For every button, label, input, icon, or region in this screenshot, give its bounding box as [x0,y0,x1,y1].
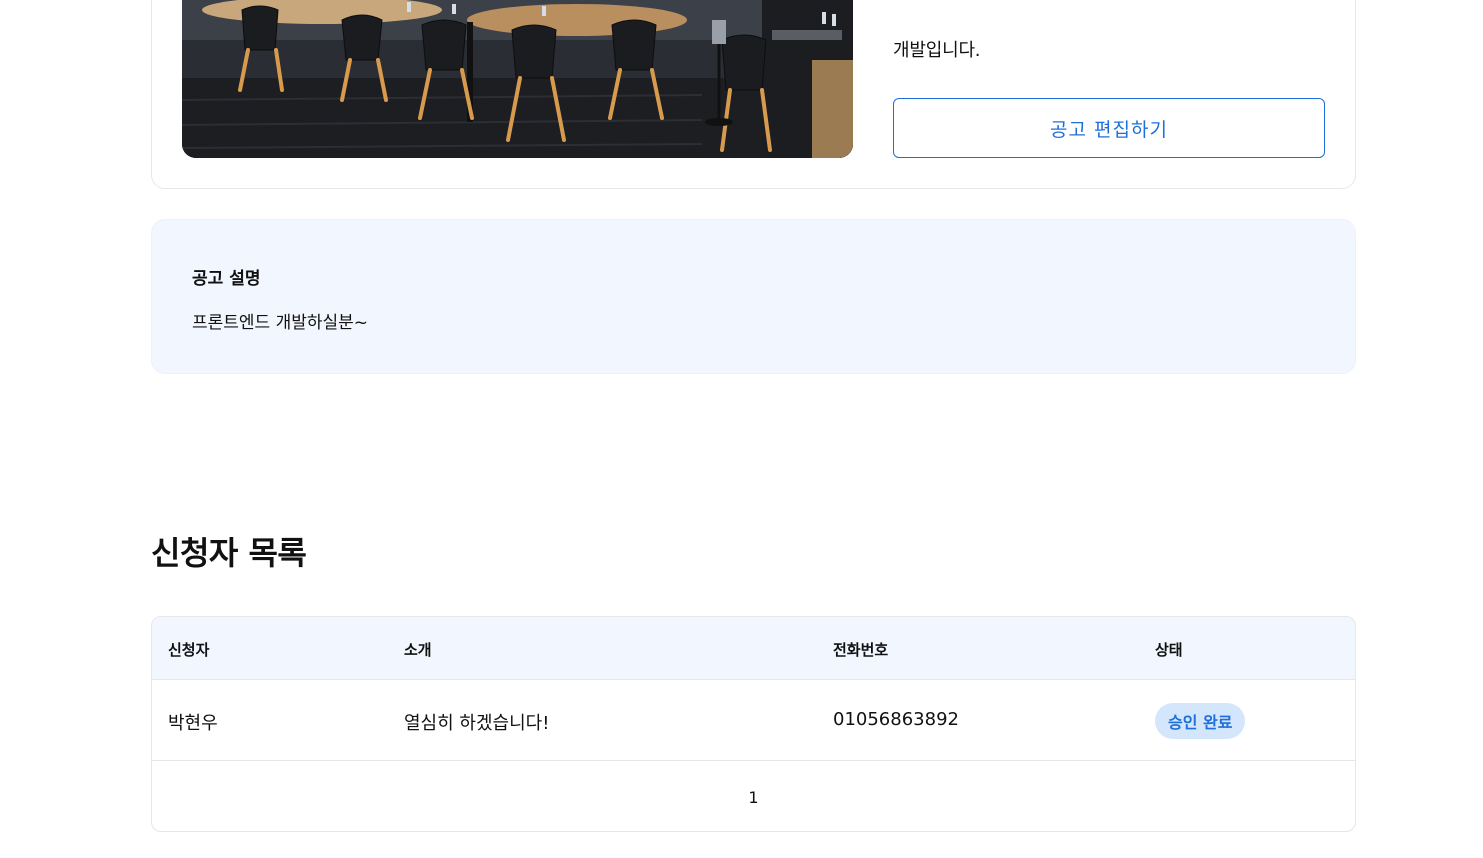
applicant-intro: 열심히 하겠습니다! [404,713,550,734]
page: 개발입니다. 공고 편집하기 공고 설명 프론트엔드 개발하실분~ 신청자 목록… [0,0,1483,858]
edit-notice-button[interactable]: 공고 편집하기 [893,98,1325,158]
applicant-phone: 01056863892 [833,709,959,730]
applicants-title: 신청자 목록 [151,534,307,572]
description-title: 공고 설명 [192,269,261,289]
applicants-table: 신청자 소개 전화번호 상태 박현우 열심히 하겠습니다! 0105686389… [151,616,1356,832]
applicant-name: 박현우 [168,713,218,734]
status-badge: 승인 완료 [1155,703,1246,739]
column-header-intro: 소개 [404,641,432,659]
column-header-status: 상태 [1155,641,1183,659]
table-header: 신청자 소개 전화번호 상태 [152,617,1355,680]
table-row: 박현우 열심히 하겠습니다! 01056863892 승인 완료 [152,680,1355,761]
pagination: 1 [152,761,1355,831]
notice-description-text: 개발입니다. [893,40,981,61]
column-header-applicant: 신청자 [168,641,210,659]
notice-image [182,0,853,158]
notice-description-box: 공고 설명 프론트엔드 개발하실분~ [151,219,1356,374]
page-number-1[interactable]: 1 [742,784,764,811]
column-header-phone: 전화번호 [833,641,889,659]
description-body: 프론트엔드 개발하실분~ [192,313,369,333]
